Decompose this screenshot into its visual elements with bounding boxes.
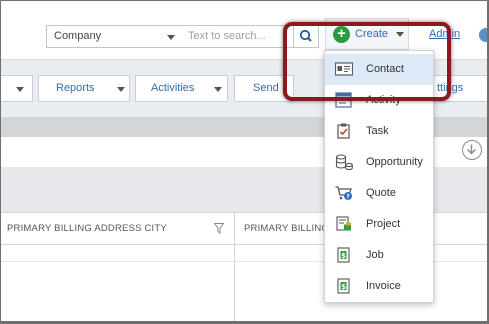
quote-cart-icon: ? bbox=[335, 186, 352, 201]
arrow-down-icon bbox=[466, 144, 477, 155]
filter-icon[interactable] bbox=[214, 223, 224, 234]
invoice-icon: $ bbox=[337, 278, 350, 294]
chevron-down-icon bbox=[167, 35, 175, 40]
toolbar-dropdown-partial[interactable] bbox=[1, 75, 33, 102]
column-divider bbox=[234, 212, 235, 321]
chevron-down-icon bbox=[117, 87, 125, 92]
reports-label: Reports bbox=[56, 82, 95, 94]
help-icon[interactable] bbox=[479, 28, 487, 42]
search-placeholder: Text to search... bbox=[188, 30, 266, 42]
entity-select-value: Company bbox=[54, 30, 102, 42]
highlight-annotation bbox=[283, 22, 451, 101]
download-button[interactable] bbox=[462, 140, 482, 160]
activities-label: Activities bbox=[151, 82, 195, 94]
job-icon: $ bbox=[337, 247, 350, 263]
chevron-down-icon bbox=[16, 87, 24, 92]
menu-item-job[interactable]: $ Job bbox=[325, 240, 433, 271]
menu-item-task[interactable]: Task bbox=[325, 116, 433, 147]
project-icon bbox=[336, 216, 351, 231]
activities-button[interactable]: Activities bbox=[135, 75, 228, 102]
menu-item-label: Job bbox=[366, 249, 384, 261]
menu-item-project[interactable]: Project bbox=[325, 209, 433, 240]
svg-text:?: ? bbox=[346, 194, 350, 201]
menu-item-invoice[interactable]: $ Invoice bbox=[325, 271, 433, 302]
search-input[interactable]: Text to search... bbox=[182, 25, 294, 48]
menu-item-label: Opportunity bbox=[366, 156, 423, 168]
svg-text:$: $ bbox=[341, 283, 346, 291]
svg-text:$: $ bbox=[341, 252, 346, 260]
reports-button[interactable]: Reports bbox=[38, 75, 130, 102]
opportunity-coins-icon bbox=[335, 154, 353, 170]
menu-item-label: Task bbox=[366, 125, 389, 137]
chevron-down-icon bbox=[214, 87, 222, 92]
menu-item-quote[interactable]: ? Quote bbox=[325, 178, 433, 209]
menu-item-opportunity[interactable]: Opportunity bbox=[325, 147, 433, 178]
menu-item-label: Quote bbox=[366, 187, 396, 199]
menu-item-label: Project bbox=[366, 218, 401, 230]
entity-select[interactable]: Company bbox=[46, 25, 183, 48]
app-frame: Company Text to search... + Create Admin… bbox=[1, 1, 487, 321]
send-label: Send bbox=[253, 82, 279, 94]
task-clipboard-icon bbox=[337, 123, 350, 139]
menu-item-label: Invoice bbox=[366, 280, 401, 292]
column-header-city[interactable]: PRIMARY BILLING ADDRESS CITY bbox=[7, 223, 167, 234]
